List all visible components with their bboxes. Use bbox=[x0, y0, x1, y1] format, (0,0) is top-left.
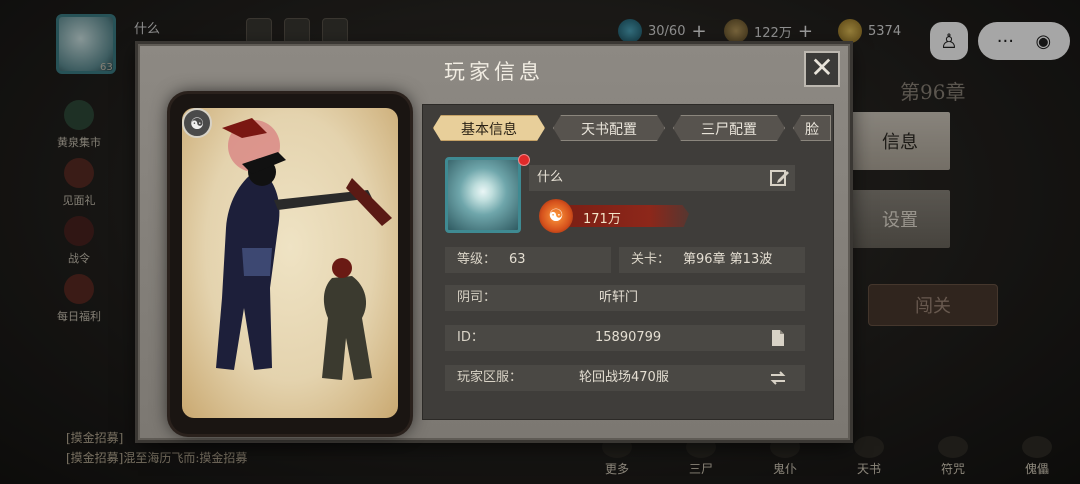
zone-label: 玩家区服： bbox=[457, 370, 523, 385]
close-icon: ✕ bbox=[810, 51, 834, 84]
level-value: 63 bbox=[509, 252, 526, 267]
id-label: ID： bbox=[457, 330, 484, 345]
power-icon: ☯ bbox=[539, 199, 573, 233]
modal-title: 玩家信息 bbox=[444, 60, 544, 84]
zone-row: 玩家区服： 轮回战场470服 bbox=[445, 365, 805, 391]
tab-tianshu-config[interactable]: 天书配置 bbox=[553, 115, 665, 141]
close-button[interactable]: ✕ bbox=[804, 51, 840, 87]
tab-basic-info[interactable]: 基本信息 bbox=[433, 115, 545, 141]
id-row: ID： 15890799 bbox=[445, 325, 805, 351]
player-avatar[interactable] bbox=[445, 157, 521, 233]
power-bar bbox=[557, 205, 689, 227]
portrait-art bbox=[182, 108, 398, 418]
combat-power: ☯ 171万 bbox=[539, 199, 693, 233]
yinsi-label: 阴司： bbox=[457, 290, 497, 305]
stage-row: 关卡： 第96章 第13波 bbox=[619, 247, 805, 273]
player-name: 什么 bbox=[537, 170, 564, 185]
copy-icon[interactable] bbox=[769, 329, 787, 347]
id-value: 15890799 bbox=[595, 330, 662, 345]
level-row: 等级： 63 bbox=[445, 247, 611, 273]
stage-label: 关卡： bbox=[631, 252, 671, 267]
character-portrait: ☯ bbox=[170, 94, 410, 434]
info-tabs: 基本信息 天书配置 三尸配置 脸 bbox=[433, 115, 831, 141]
stage-value: 第96章 第13波 bbox=[683, 252, 773, 267]
switch-server-icon[interactable] bbox=[769, 369, 787, 387]
player-info-modal: 玩家信息 ✕ ☯ 基本信息 天书配置 三尸配置 脸 什么 ☯ 171万 等级： … bbox=[138, 44, 850, 440]
yinsi-row: 阴司： 听轩门 bbox=[445, 285, 805, 311]
yinsi-value: 听轩门 bbox=[599, 290, 639, 305]
shadow-puppet-art bbox=[216, 118, 392, 380]
level-label: 等级： bbox=[457, 252, 497, 267]
power-value: 171万 bbox=[583, 212, 621, 227]
zone-value: 轮回战场470服 bbox=[579, 370, 669, 385]
tab-face[interactable]: 脸 bbox=[793, 115, 831, 141]
tab-sanshi-config[interactable]: 三尸配置 bbox=[673, 115, 785, 141]
edit-icon[interactable] bbox=[769, 168, 791, 188]
player-name-field: 什么 bbox=[529, 165, 795, 191]
yin-yang-icon: ☯ bbox=[182, 108, 212, 138]
info-panel: 基本信息 天书配置 三尸配置 脸 什么 ☯ 171万 等级： 63 关卡： 第9… bbox=[422, 104, 834, 420]
